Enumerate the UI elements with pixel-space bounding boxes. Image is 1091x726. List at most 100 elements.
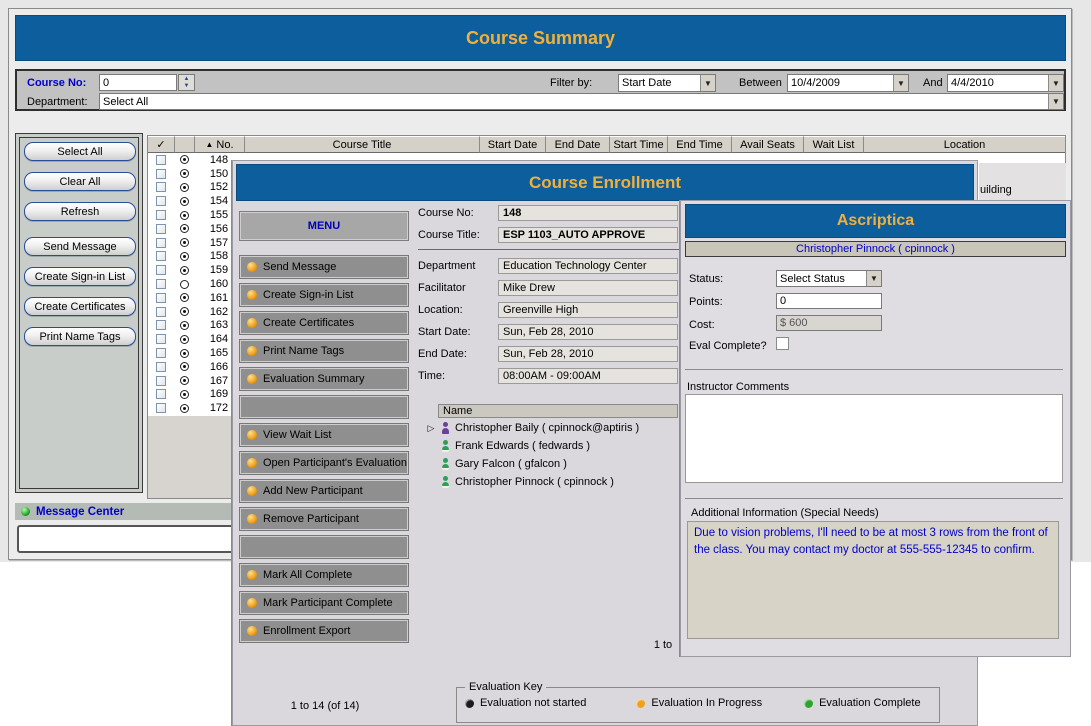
row-radio[interactable] — [180, 404, 189, 413]
row-checkbox[interactable] — [156, 348, 166, 358]
menu-item-enrollment-export[interactable]: Enrollment Export — [240, 620, 408, 642]
chevron-down-icon[interactable]: ▼ — [1048, 94, 1063, 109]
row-checkbox[interactable] — [156, 251, 166, 261]
menu-item-evaluation-summary[interactable]: Evaluation Summary — [240, 368, 408, 390]
menu-item-create-sign-in-list[interactable]: Create Sign-in List — [240, 284, 408, 306]
wait-list-column-header[interactable]: Wait List — [803, 136, 863, 153]
row-checkbox[interactable] — [156, 320, 166, 330]
participant-row[interactable]: ▷Christopher Baily ( cpinnock@aptiris ) — [426, 419, 686, 437]
row-checkbox[interactable] — [156, 362, 166, 372]
action-button-send-message[interactable]: Send Message — [24, 237, 136, 256]
menu-item-open-participant-s-evaluation[interactable]: Open Participant's Evaluation — [240, 452, 408, 474]
chevron-down-icon[interactable]: ▼ — [700, 75, 715, 91]
eval-complete-checkbox[interactable] — [776, 337, 789, 350]
between-date-select[interactable]: 10/4/2009 ▼ — [787, 74, 909, 92]
action-button-refresh[interactable]: Refresh — [24, 202, 136, 221]
menu-item-mark-all-complete[interactable]: Mark All Complete — [240, 564, 408, 586]
participant-row[interactable]: Gary Falcon ( gfalcon ) — [426, 455, 686, 473]
no-column-header[interactable]: ▲ No. — [194, 136, 244, 153]
row-radio[interactable] — [180, 183, 189, 192]
row-radio[interactable] — [180, 224, 189, 233]
menu-item-mark-participant-complete[interactable]: Mark Participant Complete — [240, 592, 408, 614]
row-checkbox[interactable] — [156, 376, 166, 386]
detail-row: DepartmentEducation Technology Center — [418, 258, 680, 274]
row-radio[interactable] — [180, 307, 189, 316]
row-radio[interactable] — [180, 390, 189, 399]
spinner-up-icon[interactable]: ▲ — [184, 76, 190, 83]
row-checkbox[interactable] — [156, 389, 166, 399]
expander-icon[interactable]: ▷ — [426, 423, 436, 434]
row-radio[interactable] — [180, 169, 189, 178]
end-date-column-header[interactable]: End Date — [545, 136, 609, 153]
row-checkbox[interactable] — [156, 334, 166, 344]
location-column-header[interactable]: Location — [863, 136, 1065, 153]
row-checkbox[interactable] — [156, 293, 166, 303]
message-center-input[interactable] — [17, 525, 237, 553]
status-select[interactable]: Select Status ▼ — [776, 270, 882, 287]
ascriptica-title: Ascriptica — [685, 204, 1066, 238]
instructor-comments-textarea[interactable] — [685, 394, 1063, 483]
start-date-column-header[interactable]: Start Date — [479, 136, 545, 153]
action-button-create-certificates[interactable]: Create Certificates — [24, 297, 136, 316]
filter-by-select[interactable]: Start Date ▼ — [618, 74, 716, 92]
row-radio[interactable] — [180, 293, 189, 302]
row-radio-cell — [174, 169, 194, 178]
menu-item-create-certificates[interactable]: Create Certificates — [240, 312, 408, 334]
row-radio[interactable] — [180, 321, 189, 330]
course-no-spinner[interactable]: ▲ ▼ — [178, 74, 195, 91]
row-check-cell — [148, 403, 174, 413]
start-time-column-header[interactable]: Start Time — [609, 136, 667, 153]
row-checkbox[interactable] — [156, 182, 166, 192]
department-select[interactable]: Select All ▼ — [99, 93, 1064, 110]
status-value: Select Status — [780, 273, 845, 285]
end-time-column-header[interactable]: End Time — [667, 136, 731, 153]
row-radio[interactable] — [180, 376, 189, 385]
row-radio[interactable] — [180, 335, 189, 344]
row-radio[interactable] — [180, 280, 189, 289]
row-checkbox[interactable] — [156, 224, 166, 234]
row-radio[interactable] — [180, 211, 189, 220]
row-radio[interactable] — [180, 266, 189, 275]
and-date-select[interactable]: 4/4/2010 ▼ — [947, 74, 1064, 92]
menu-item-add-new-participant[interactable]: Add New Participant — [240, 480, 408, 502]
row-radio[interactable] — [180, 197, 189, 206]
menu-item-send-message[interactable]: Send Message — [240, 256, 408, 278]
spinner-down-icon[interactable]: ▼ — [184, 83, 190, 90]
menu-item-view-wait-list[interactable]: View Wait List — [240, 424, 408, 446]
action-button-select-all[interactable]: Select All — [24, 142, 136, 161]
row-checkbox[interactable] — [156, 155, 166, 165]
menu-bullet-icon — [247, 514, 257, 524]
action-button-clear-all[interactable]: Clear All — [24, 172, 136, 191]
chevron-down-icon[interactable]: ▼ — [893, 75, 908, 91]
chevron-down-icon[interactable]: ▼ — [1048, 75, 1063, 91]
menu-item-remove-participant[interactable]: Remove Participant — [240, 508, 408, 530]
row-checkbox[interactable] — [156, 265, 166, 275]
row-checkbox[interactable] — [156, 196, 166, 206]
action-button-create-sign-in-list[interactable]: Create Sign-in List — [24, 267, 136, 286]
course-no-input[interactable] — [99, 74, 177, 91]
avail-seats-column-header[interactable]: Avail Seats — [731, 136, 803, 153]
participant-row[interactable]: Christopher Pinnock ( cpinnock ) — [426, 473, 686, 491]
menu-item-print-name-tags[interactable]: Print Name Tags — [240, 340, 408, 362]
row-radio[interactable] — [180, 238, 189, 247]
row-checkbox[interactable] — [156, 279, 166, 289]
participant-row[interactable]: Frank Edwards ( fedwards ) — [426, 437, 686, 455]
evaluation-status-icon — [465, 699, 474, 708]
row-radio[interactable] — [180, 362, 189, 371]
row-checkbox[interactable] — [156, 210, 166, 220]
points-input[interactable] — [776, 293, 882, 309]
row-checkbox[interactable] — [156, 403, 166, 413]
row-radio[interactable] — [180, 349, 189, 358]
check-column-header[interactable]: ✓ — [148, 136, 174, 153]
row-checkbox[interactable] — [156, 169, 166, 179]
row-checkbox[interactable] — [156, 238, 166, 248]
row-checkbox[interactable] — [156, 307, 166, 317]
course-title-column-header[interactable]: Course Title — [244, 136, 479, 153]
action-button-print-name-tags[interactable]: Print Name Tags — [24, 327, 136, 346]
row-radio[interactable] — [180, 252, 189, 261]
points-label: Points: — [689, 296, 723, 308]
row-radio[interactable] — [180, 155, 189, 164]
row-check-cell — [148, 376, 174, 386]
chevron-down-icon[interactable]: ▼ — [866, 271, 881, 286]
between-date-value: 10/4/2009 — [791, 77, 840, 89]
